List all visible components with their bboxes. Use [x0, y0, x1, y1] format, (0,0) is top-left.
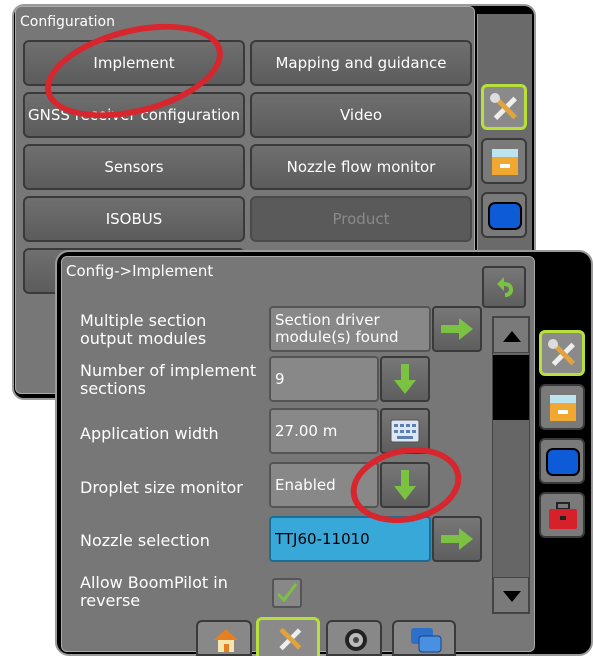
display-icon: [546, 448, 580, 476]
right-arrow-icon: [441, 318, 473, 340]
checkmark-icon: [276, 583, 298, 603]
toolbox-tab-button[interactable]: [539, 492, 585, 538]
tools-icon: [548, 339, 576, 367]
console-tab-button-front[interactable]: [539, 384, 585, 430]
triangle-up-icon: [503, 331, 521, 342]
keyboard-icon: [390, 419, 420, 443]
gauge-tab[interactable]: [326, 620, 382, 656]
multiple-section-value: Section driver module(s) found: [269, 306, 431, 352]
droplet-size-label: Droplet size monitor: [80, 478, 243, 497]
home-tab[interactable]: [196, 620, 252, 656]
mapping-guidance-button[interactable]: Mapping and guidance: [250, 40, 472, 86]
tools-icon: [490, 93, 518, 121]
number-of-sections-value: 9: [269, 356, 379, 402]
multiple-section-next-button[interactable]: [432, 306, 482, 352]
product-button[interactable]: Product: [250, 196, 472, 242]
implement-title: Config->Implement: [66, 262, 214, 280]
right-arrow-icon: [441, 528, 473, 550]
video-button[interactable]: Video: [250, 92, 472, 138]
windows-tab[interactable]: [392, 620, 456, 656]
toolbox-icon: [549, 502, 577, 529]
configuration-title: Configuration: [20, 14, 115, 30]
windows-icon: [411, 628, 442, 653]
scroll-down-button[interactable]: [493, 577, 529, 613]
number-of-sections-label: Number of implement sections: [80, 361, 257, 398]
tools-icon: [279, 627, 302, 651]
nozzle-selection-label: Nozzle selection: [80, 531, 210, 550]
back-button[interactable]: [482, 266, 526, 308]
tools-tab-button[interactable]: [481, 84, 527, 130]
scroll-thumb[interactable]: [493, 355, 529, 420]
display-tab-button-front[interactable]: [539, 438, 585, 484]
nozzle-flow-monitor-button[interactable]: Nozzle flow monitor: [250, 144, 472, 190]
nozzle-selection-next-button[interactable]: [432, 516, 482, 562]
multiple-section-label: Multiple section output modules: [80, 311, 207, 348]
scroll-up-button[interactable]: [493, 317, 529, 353]
tools-bottom-tab[interactable]: [256, 617, 320, 656]
number-of-sections-dropdown[interactable]: [380, 356, 430, 402]
allow-boompilot-checkbox[interactable]: [272, 578, 302, 608]
display-tab-button[interactable]: [481, 192, 527, 238]
tools-tab-button-front[interactable]: [539, 330, 585, 376]
sensors-button[interactable]: Sensors: [23, 144, 245, 190]
nozzle-selection-value[interactable]: TTJ60-11010: [269, 516, 431, 562]
application-width-value: 27.00 m: [269, 408, 379, 454]
gauge-icon: [345, 629, 367, 651]
application-width-label: Application width: [80, 424, 219, 443]
back-arrow-icon: [497, 277, 513, 297]
console-tab-button[interactable]: [481, 138, 527, 184]
display-icon: [488, 202, 522, 230]
console-icon: [492, 149, 518, 175]
isobus-button[interactable]: ISOBUS: [23, 196, 245, 242]
down-arrow-icon: [394, 364, 416, 394]
console-icon: [550, 395, 576, 421]
allow-boompilot-label: Allow BoomPilot in reverse: [80, 573, 228, 610]
home-icon: [214, 629, 238, 652]
triangle-down-icon: [503, 591, 521, 602]
